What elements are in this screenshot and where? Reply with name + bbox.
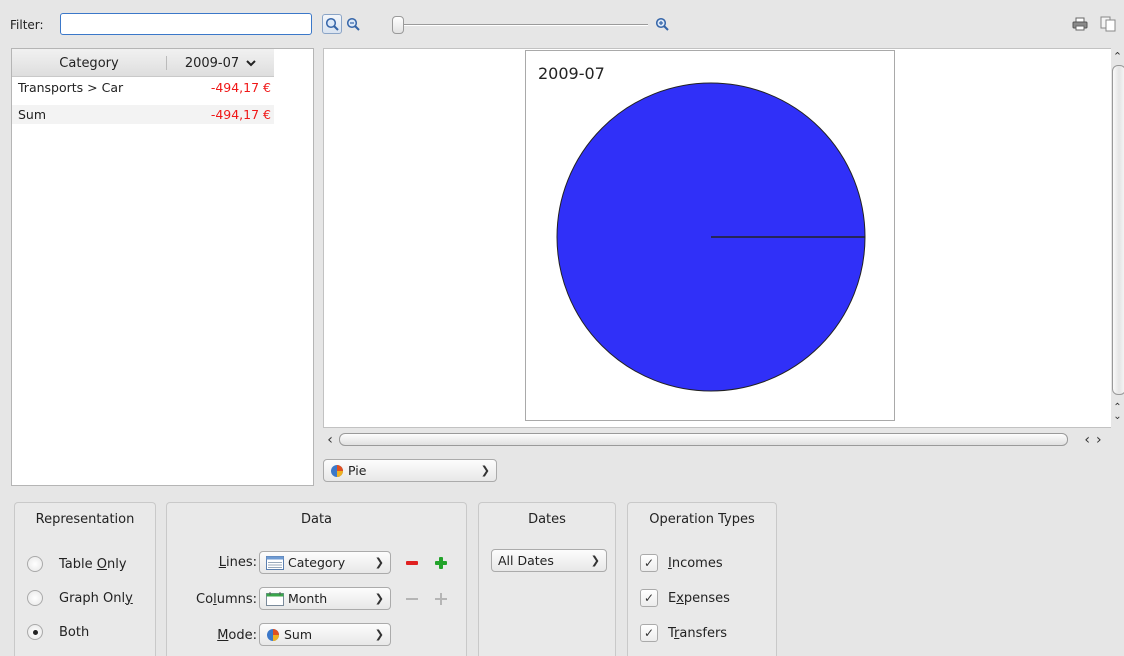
cell-category: Transports > Car — [18, 80, 124, 95]
dates-select[interactable]: All Dates ❯ — [491, 549, 607, 572]
add-column-button[interactable] — [433, 591, 449, 607]
dates-value: All Dates — [498, 553, 554, 568]
checkbox-transfers[interactable]: ✓ Transfers — [640, 622, 727, 644]
report-table[interactable]: Category 2009-07 Transports > Car -494,1… — [11, 48, 314, 486]
filter-input[interactable] — [60, 13, 312, 35]
panel-title: Representation — [35, 512, 135, 527]
mode-label: Mode: — [217, 628, 257, 643]
plus-icon — [435, 557, 447, 569]
graph-view[interactable]: 2009-07 — [323, 48, 1111, 428]
checkmark-icon[interactable]: ✓ — [640, 624, 658, 642]
checkmark-icon[interactable]: ✓ — [640, 589, 658, 607]
table-row[interactable]: Sum -494,17 € — [12, 105, 274, 124]
zoom-out-button[interactable] — [343, 14, 363, 34]
radio-button[interactable] — [27, 590, 43, 606]
lines-select[interactable]: Category ❯ — [259, 551, 391, 574]
remove-column-button[interactable] — [404, 591, 420, 607]
checkbox-label: Expenses — [668, 590, 730, 606]
scroll-left-arrow-icon[interactable]: ‹ — [323, 430, 337, 450]
chevron-down-icon: ❯ — [374, 592, 384, 605]
scroll-left-right-arrows-icon[interactable]: ‹ › — [1075, 430, 1111, 450]
sort-descending-icon — [246, 60, 256, 67]
print-button[interactable] — [1070, 14, 1090, 34]
table-row[interactable]: Transports > Car -494,17 € — [12, 78, 274, 97]
columns-value: Month — [288, 591, 328, 606]
operation-types-panel: Operation Types ✓ Incomes ✓ Expenses ✓ T… — [627, 502, 777, 656]
radio-graph-only[interactable]: Graph Only — [27, 587, 133, 609]
data-panel: Data Lines: Category ❯ Columns: Month ❯ … — [166, 502, 467, 656]
radio-table-only[interactable]: Table Only — [27, 553, 127, 575]
checkbox-label: Incomes — [668, 555, 723, 571]
chevron-down-icon: ❯ — [480, 464, 490, 477]
graph-type-select[interactable]: Pie ❯ — [323, 459, 497, 482]
horizontal-scrollbar[interactable]: ‹ ‹ › — [323, 430, 1111, 450]
zoom-in-button[interactable] — [652, 14, 672, 34]
plus-icon — [435, 593, 447, 605]
cell-value: -494,17 € — [210, 80, 271, 95]
horizontal-scroll-handle[interactable] — [339, 433, 1068, 446]
zoom-out-icon — [346, 17, 360, 31]
copy-button[interactable] — [1098, 14, 1118, 34]
mode-value: Sum — [284, 627, 313, 642]
chevron-down-icon: ❯ — [590, 554, 600, 567]
vertical-scroll-handle[interactable] — [1112, 65, 1124, 395]
lines-value: Category — [288, 555, 346, 570]
chevron-down-icon: ❯ — [374, 556, 384, 569]
vertical-scrollbar[interactable]: ⌃ ⌃ ⌄ — [1111, 48, 1124, 428]
zoom-in-icon — [655, 17, 669, 31]
graph-type-value: Pie — [348, 463, 367, 478]
radio-label: Both — [59, 624, 90, 640]
add-line-button[interactable] — [433, 555, 449, 571]
cell-value: -494,17 € — [210, 107, 271, 122]
zoom-slider[interactable] — [392, 16, 648, 34]
column-header-label: 2009-07 — [184, 55, 240, 71]
radio-button[interactable] — [27, 556, 43, 572]
chart-frame: 2009-07 — [525, 50, 895, 421]
panel-title: Dates — [528, 512, 566, 527]
cell-category: Sum — [18, 107, 47, 122]
dates-panel: Dates All Dates ❯ — [478, 502, 616, 656]
table-header: Category 2009-07 — [12, 49, 274, 77]
filter-label: Filter: — [10, 18, 44, 32]
zoom-fit-icon — [325, 17, 339, 31]
column-header-month[interactable]: 2009-07 — [167, 49, 274, 77]
remove-line-button[interactable] — [404, 555, 420, 571]
panel-title: Data — [300, 512, 333, 527]
zoom-slider-handle[interactable] — [392, 16, 404, 34]
lines-label: Lines: — [218, 555, 257, 570]
chevron-down-icon: ❯ — [374, 628, 384, 641]
checkbox-incomes[interactable]: ✓ Incomes — [640, 552, 723, 574]
pie-chart-icon — [331, 464, 343, 477]
printer-icon — [1072, 17, 1088, 31]
zoom-fit-button[interactable] — [322, 14, 342, 34]
radio-label: Graph Only — [59, 590, 133, 606]
table-icon — [266, 555, 284, 570]
representation-panel: Representation Table Only Graph Only Bot… — [14, 502, 156, 656]
checkbox-expenses[interactable]: ✓ Expenses — [640, 587, 730, 609]
copy-icon — [1100, 16, 1116, 32]
column-header-category[interactable]: Category — [12, 49, 166, 77]
columns-label: Columns: — [196, 592, 257, 607]
pie-chart-icon — [267, 628, 279, 641]
radio-button-selected[interactable] — [27, 624, 43, 640]
radio-label: Table Only — [59, 556, 127, 572]
panel-title: Operation Types — [649, 512, 755, 527]
calendar-icon — [266, 591, 284, 606]
zoom-slider-groove — [392, 24, 648, 26]
scroll-down-arrow-icon[interactable]: ⌃ ⌄ — [1111, 398, 1124, 426]
checkbox-label: Transfers — [668, 625, 728, 641]
columns-select[interactable]: Month ❯ — [259, 587, 391, 610]
scroll-up-arrow-icon[interactable]: ⌃ — [1111, 48, 1124, 64]
minus-icon — [406, 598, 418, 600]
pie-chart — [556, 82, 866, 392]
column-header-label: Category — [59, 55, 119, 71]
mode-select[interactable]: Sum ❯ — [259, 623, 391, 646]
radio-both[interactable]: Both — [27, 621, 89, 643]
checkmark-icon[interactable]: ✓ — [640, 554, 658, 572]
minus-icon — [406, 561, 418, 565]
